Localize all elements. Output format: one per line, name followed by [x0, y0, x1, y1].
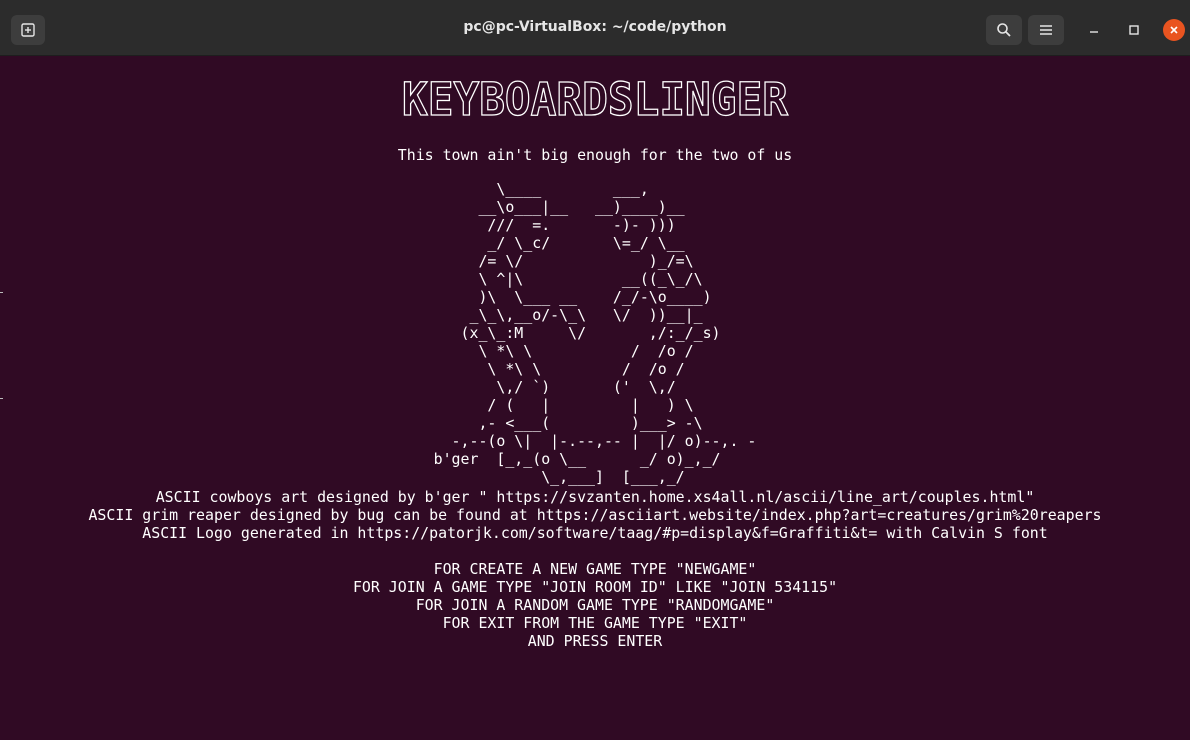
- ascii-logo: KEYBOARDSLINGER: [0, 72, 1190, 128]
- art-line: (x_\_:M \/ ,/:_/_s): [433, 324, 721, 342]
- art-line: _/ \_c/ \=_/ \__: [433, 234, 685, 252]
- art-line: b'ger [_,_(o \__ _/ o)_,_/: [433, 450, 721, 468]
- art-line: )\ \___ __ /_/-\o____): [433, 288, 712, 306]
- logo-art: KEYBOARDSLINGER: [401, 72, 789, 126]
- credit-logo: ASCII Logo generated in https://patorjk.…: [142, 524, 1048, 542]
- close-icon: [1170, 26, 1178, 34]
- logo-text: KEYBOARDSLINGER: [402, 76, 789, 124]
- maximize-icon: [1129, 25, 1139, 35]
- art-line: \,/ `) (' \,/: [433, 378, 676, 396]
- title-bar: pc@pc-VirtualBox: ~/code/python: [0, 0, 1190, 56]
- art-line: / ( | | ) \: [433, 396, 694, 414]
- art-line: _\_\,__o/-\_\ \/ ))__|_: [433, 306, 703, 324]
- instruction-newgame: FOR CREATE A NEW GAME TYPE "NEWGAME": [433, 560, 757, 578]
- search-icon: [997, 23, 1011, 37]
- tagline: This town ain't big enough for the two o…: [397, 146, 793, 164]
- close-button[interactable]: [1163, 19, 1185, 41]
- art-line: ,- <___( )___> -\: [433, 414, 703, 432]
- art-line: /= \/ )_/=\: [433, 252, 694, 270]
- maximize-button[interactable]: [1123, 19, 1145, 41]
- instruction-join: FOR JOIN A GAME TYPE "JOIN ROOM ID" LIKE…: [352, 578, 838, 596]
- minimize-button[interactable]: [1083, 19, 1105, 41]
- cowboys-ascii-art: \____ ___, __\o___|__ __)____)__ /// =. …: [0, 180, 1190, 486]
- art-line: \____ ___,: [433, 180, 649, 198]
- credit-grim-reaper: ASCII grim reaper designed by bug can be…: [88, 506, 1102, 524]
- minimize-icon: [1090, 31, 1098, 33]
- art-line: \ *\ \ / /o /: [433, 360, 685, 378]
- art-line: -,--(o \| |-.--,-- | |/ o)--,. -: [433, 432, 757, 450]
- ascii-art-block: \____ ___, __\o___|__ __)____)__ /// =. …: [434, 180, 757, 486]
- hamburger-menu-icon: [1040, 25, 1052, 35]
- art-line: \ ^|\ __((_\_/\: [433, 270, 703, 288]
- instruction-randomgame: FOR JOIN A RANDOM GAME TYPE "RANDOMGAME": [415, 596, 775, 614]
- credit-cowboys: ASCII cowboys art designed by b'ger " ht…: [155, 488, 1035, 506]
- menu-button[interactable]: [1028, 15, 1064, 45]
- search-button[interactable]: [986, 15, 1022, 45]
- art-line: /// =. -)- ))): [433, 216, 676, 234]
- art-line: \ *\ \ / /o /: [433, 342, 694, 360]
- instruction-exit: FOR EXIT FROM THE GAME TYPE "EXIT": [442, 614, 748, 632]
- art-line: __\o___|__ __)____)__: [433, 198, 685, 216]
- instruction-press-enter: AND PRESS ENTER: [527, 632, 663, 650]
- art-line: \_,___] [___,_/: [433, 468, 685, 486]
